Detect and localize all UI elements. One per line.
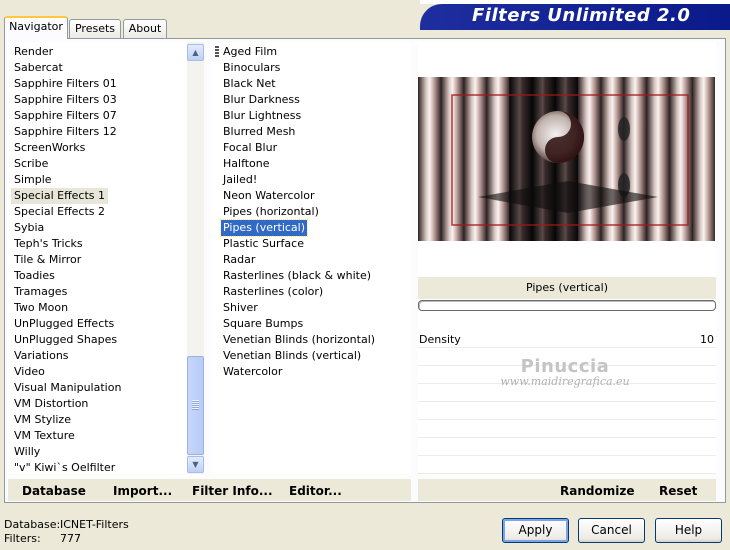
parameter-row bbox=[418, 421, 716, 438]
category-item[interactable]: Tile & Mirror bbox=[11, 252, 84, 268]
database-status-label: Database: bbox=[4, 518, 61, 531]
filter-item[interactable]: Blurred Mesh bbox=[221, 124, 297, 140]
category-item[interactable]: Sapphire Filters 03 bbox=[11, 92, 120, 108]
apply-button[interactable]: Apply bbox=[502, 518, 569, 543]
category-list[interactable]: Render Sabercat Sapphire Filters 01 Sapphir… bbox=[8, 42, 204, 474]
parameter-row bbox=[418, 349, 716, 366]
category-item[interactable]: VM Distortion bbox=[11, 396, 91, 412]
filter-item[interactable]: Square Bumps bbox=[221, 316, 305, 332]
category-item[interactable]: Two Moon bbox=[11, 300, 71, 316]
progress-bar bbox=[418, 300, 716, 311]
reset-button[interactable]: Reset bbox=[659, 484, 697, 498]
category-item[interactable]: ScreenWorks bbox=[11, 140, 88, 156]
category-item[interactable]: VM Stylize bbox=[11, 412, 74, 428]
category-item[interactable]: Simple bbox=[11, 172, 55, 188]
filter-item[interactable]: Binoculars bbox=[221, 60, 282, 76]
filter-item[interactable]: Jailed! bbox=[221, 172, 259, 188]
scroll-up-button[interactable]: ▲ bbox=[187, 44, 204, 61]
preview-image bbox=[418, 77, 715, 241]
filter-item[interactable]: Focal Blur bbox=[221, 140, 279, 156]
filter-item[interactable]: Venetian Blinds (vertical) bbox=[221, 348, 363, 364]
category-item[interactable]: Special Effects 2 bbox=[11, 204, 108, 220]
parameter-toolbar: Randomize Reset bbox=[418, 479, 716, 501]
parameter-area: Density 10 bbox=[418, 331, 716, 474]
category-item[interactable]: Variations bbox=[11, 348, 72, 364]
parameter-row[interactable]: Density 10 bbox=[418, 331, 716, 348]
filter-item[interactable]: Plastic Surface bbox=[221, 236, 306, 252]
category-item[interactable]: Sabercat bbox=[11, 60, 66, 76]
category-scrollbar[interactable]: ▲ ▼ bbox=[187, 42, 204, 474]
category-item[interactable]: Sapphire Filters 12 bbox=[11, 124, 120, 140]
tab-navigator[interactable]: Navigator bbox=[4, 16, 68, 39]
parameter-row bbox=[418, 439, 716, 456]
category-item[interactable]: Tramages bbox=[11, 284, 70, 300]
filter-info-button[interactable]: Filter Info... bbox=[192, 484, 273, 498]
category-item[interactable]: Willy bbox=[11, 444, 43, 460]
parameter-row bbox=[418, 367, 716, 384]
import-button[interactable]: Import... bbox=[113, 484, 172, 498]
filter-item[interactable]: Shiver bbox=[221, 300, 260, 316]
category-item[interactable]: VM Texture bbox=[11, 428, 78, 444]
category-item[interactable]: Visual Manipulation bbox=[11, 380, 124, 396]
tab-about[interactable]: About bbox=[123, 19, 167, 38]
filter-item[interactable]: Rasterlines (color) bbox=[221, 284, 325, 300]
filter-item[interactable]: Rasterlines (black & white) bbox=[221, 268, 373, 284]
filters-status-label: Filters: bbox=[4, 532, 41, 545]
parameter-row bbox=[418, 385, 716, 402]
category-item[interactable]: Video bbox=[11, 364, 48, 380]
category-item[interactable]: UnPlugged Shapes bbox=[11, 332, 120, 348]
category-item[interactable]: Sapphire Filters 01 bbox=[11, 76, 120, 92]
category-item[interactable]: Render bbox=[11, 44, 56, 60]
navigator-toolbar: Database Import... Filter Info... Editor… bbox=[8, 479, 411, 501]
scroll-down-button[interactable]: ▼ bbox=[187, 456, 204, 473]
banner-title: Filters Unlimited 2.0 bbox=[472, 5, 691, 26]
scroll-grip-icon bbox=[192, 400, 199, 410]
editor-button[interactable]: Editor... bbox=[289, 484, 342, 498]
effect-name-label: Pipes (vertical) bbox=[418, 277, 716, 299]
category-item[interactable]: Sybia bbox=[11, 220, 47, 236]
filter-item[interactable]: Aged Film bbox=[221, 44, 279, 60]
list-marker-icon bbox=[215, 46, 219, 58]
preview-artwork bbox=[418, 77, 715, 241]
parameter-row bbox=[418, 457, 716, 474]
scroll-thumb[interactable] bbox=[187, 356, 204, 455]
category-item[interactable]: Toadies bbox=[11, 268, 58, 284]
filter-item[interactable]: Halftone bbox=[221, 156, 272, 172]
filter-item[interactable]: Black Net bbox=[221, 76, 278, 92]
filter-list[interactable]: Aged Film Binoculars Black Net Blur Darknes… bbox=[211, 42, 411, 474]
tab-presets[interactable]: Presets bbox=[69, 19, 121, 38]
filter-item[interactable]: Venetian Blinds (horizontal) bbox=[221, 332, 377, 348]
filter-item[interactable]: Radar bbox=[221, 252, 257, 268]
filter-item[interactable]: Neon Watercolor bbox=[221, 188, 317, 204]
category-item[interactable]: Sapphire Filters 07 bbox=[11, 108, 120, 124]
category-item[interactable]: "v" Kiwi`s Oelfilter bbox=[11, 460, 118, 474]
filter-item[interactable]: Pipes (horizontal) bbox=[221, 204, 321, 220]
database-button[interactable]: Database bbox=[22, 484, 86, 498]
cancel-button[interactable]: Cancel bbox=[578, 518, 645, 543]
filter-item[interactable]: Blur Darkness bbox=[221, 92, 302, 108]
help-button[interactable]: Help bbox=[655, 518, 722, 543]
filter-item[interactable]: Blur Lightness bbox=[221, 108, 303, 124]
parameter-label: Density bbox=[419, 333, 461, 346]
filters-status-value: 777 bbox=[60, 532, 81, 545]
parameter-value[interactable]: 10 bbox=[700, 333, 714, 346]
filter-item[interactable]: Pipes (vertical) bbox=[219, 219, 309, 237]
category-item[interactable]: Scribe bbox=[11, 156, 51, 172]
category-item[interactable]: Teph's Tricks bbox=[11, 236, 86, 252]
parameter-row bbox=[418, 403, 716, 420]
database-status-value: ICNET-Filters bbox=[60, 518, 129, 531]
randomize-button[interactable]: Randomize bbox=[560, 484, 634, 498]
category-item[interactable]: UnPlugged Effects bbox=[11, 316, 117, 332]
filter-item[interactable]: Watercolor bbox=[221, 364, 284, 380]
category-item[interactable]: Special Effects 1 bbox=[11, 188, 109, 204]
